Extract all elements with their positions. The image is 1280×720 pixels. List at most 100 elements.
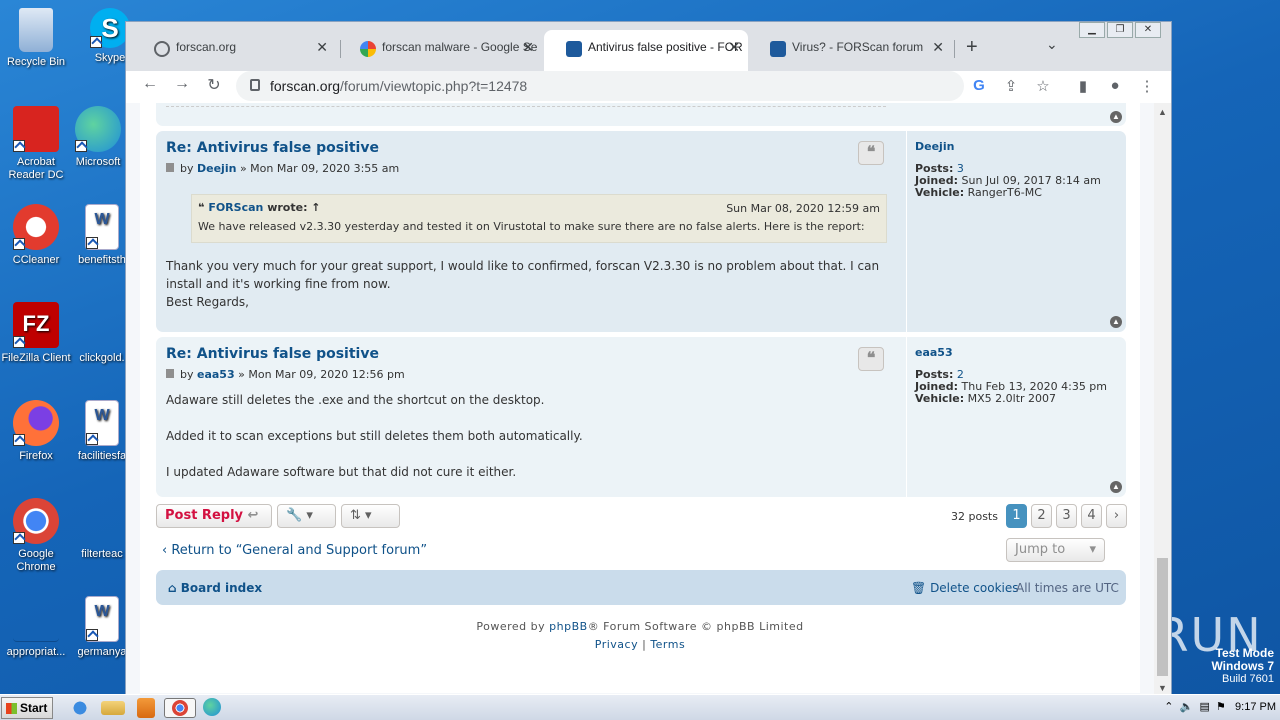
phpbb-link[interactable]: phpBB (549, 620, 588, 633)
quote-button[interactable]: ❝ (858, 141, 884, 165)
address-bar[interactable]: forscan.org/forum/viewtopic.php?t=12478 (236, 71, 964, 101)
globe-icon (154, 41, 170, 57)
jump-to-label: Jump to (1015, 542, 1066, 557)
blank-document-icon (79, 498, 125, 544)
file-explorer-icon[interactable] (101, 701, 125, 715)
profile-avatar-icon[interactable]: ● (1105, 77, 1125, 94)
close-tab-icon[interactable]: ✕ (728, 39, 740, 56)
page-4[interactable]: 4 (1081, 504, 1102, 528)
profile-username[interactable]: eaa53 (915, 347, 1107, 359)
terms-link[interactable]: Terms (650, 638, 685, 651)
url-host: forscan.org (270, 78, 341, 94)
desktop-icon-chrome[interactable]: Google Chrome (0, 498, 72, 574)
back-to-top-icon[interactable]: ▲ (1110, 481, 1122, 493)
page-3[interactable]: 3 (1056, 504, 1077, 528)
recycle-bin-icon (19, 8, 53, 52)
desktop-icon-firefox[interactable]: Firefox (0, 400, 72, 463)
post-meta: by Deejin » Mon Mar 09, 2020 3:55 am (166, 162, 399, 175)
close-tab-icon[interactable]: ✕ (316, 39, 328, 56)
post-body-line: Best Regards, (166, 295, 249, 309)
delete-cookies-label: Delete cookies (930, 581, 1019, 595)
quote-author[interactable]: FORScan (208, 201, 263, 214)
bookmark-star-icon[interactable]: ☆ (1033, 77, 1053, 95)
profile-vehicle: Vehicle: RangerT6-MC (915, 186, 1042, 199)
new-tab-button[interactable]: + (966, 36, 978, 59)
footer-navbar: ⌂ Board index 🗑 Delete cookies All times… (156, 570, 1126, 605)
desktop-icon-label: CCleaner (12, 254, 60, 266)
show-hidden-icons[interactable]: ⌃ (1164, 701, 1173, 713)
jump-to-dropdown[interactable]: Jump to ▾ (1006, 538, 1105, 562)
post-profile: eaa53 Posts: 2 Joined: Thu Feb 13, 2020 … (906, 337, 1107, 497)
post-author[interactable]: eaa53 (197, 368, 235, 381)
scroll-down-icon[interactable]: ▼ (1158, 683, 1167, 693)
delete-cookies-link[interactable]: 🗑 Delete cookies (911, 581, 1019, 595)
desktop-icon-recycle-bin[interactable]: Recycle Bin (0, 8, 72, 69)
google-lens-icon[interactable]: G (969, 77, 989, 94)
topic-tools-button[interactable]: 🔧 ▾ (277, 504, 336, 528)
post-title[interactable]: Re: Antivirus false positive (166, 140, 379, 156)
close-tab-icon[interactable]: ✕ (522, 39, 534, 56)
reload-button[interactable]: ↻ (202, 75, 226, 95)
scrollbar-thumb[interactable] (1157, 558, 1168, 676)
desktop-icon-appropriat[interactable]: appropriat... (0, 596, 72, 659)
privacy-link[interactable]: Privacy (595, 638, 638, 651)
chrome-taskbar-button[interactable] (164, 698, 196, 718)
timezone-text: All times are UTC (1016, 581, 1119, 595)
taskbar: Start ⌃ 🔈 ▤ ⚑ 9:17 PM (0, 694, 1280, 720)
board-index-link[interactable]: ⌂ Board index (168, 581, 262, 595)
reply-arrow-icon: ↩ (247, 508, 259, 523)
side-panel-icon[interactable]: ▮ (1073, 77, 1093, 95)
tab-virus-forum[interactable]: Virus? - FORScan forum ✕ (748, 30, 952, 71)
back-button[interactable]: ← (138, 75, 162, 93)
posts-count: 32 posts (951, 510, 998, 523)
close-window-button[interactable]: ✕ (1135, 22, 1161, 38)
media-player-icon[interactable] (137, 698, 155, 718)
vertical-scrollbar[interactable]: ▲ ▼ (1154, 103, 1171, 695)
post-author[interactable]: Deejin (197, 162, 236, 175)
scroll-up-icon[interactable]: ▲ (1158, 107, 1167, 117)
close-tab-icon[interactable]: ✕ (932, 39, 944, 56)
next-page-icon[interactable]: › (1106, 504, 1127, 528)
internet-explorer-icon[interactable] (68, 698, 92, 718)
desktop-icon-filezilla[interactable]: FZ FileZilla Client (0, 302, 72, 365)
page-2[interactable]: 2 (1031, 504, 1052, 528)
share-icon[interactable]: ⇪ (1001, 77, 1021, 95)
tab-google-search[interactable]: forscan malware - Google Se ✕ (338, 30, 542, 71)
desktop-icon-edge[interactable]: Microsoft (62, 106, 134, 169)
tab-search-button[interactable]: ⌄ (1046, 36, 1058, 53)
post-meta: by eaa53 » Mon Mar 09, 2020 12:56 pm (166, 368, 405, 381)
blank-document-icon (79, 302, 125, 348)
action-center-flag-icon[interactable]: ⚑ (1216, 701, 1226, 713)
maximize-button[interactable]: ❐ (1107, 22, 1133, 38)
tab-forscan-org[interactable]: forscan.org ✕ (132, 30, 336, 71)
volume-icon[interactable]: 🔈 (1180, 701, 1194, 713)
post-body-line: install and it's working fine from now. (166, 277, 391, 291)
chevron-down-icon: ▾ (306, 508, 313, 523)
start-button[interactable]: Start (1, 697, 53, 719)
forward-button[interactable]: → (170, 75, 194, 93)
profile-vehicle-value: MX5 2.0ltr 2007 (967, 392, 1057, 405)
post-title[interactable]: Re: Antivirus false positive (166, 346, 379, 362)
profile-username[interactable]: Deejin (915, 141, 1101, 153)
clock[interactable]: 9:17 PM (1235, 701, 1276, 713)
back-to-top-icon[interactable]: ▲ (1110, 111, 1122, 123)
tab-antivirus-false-positive[interactable]: Antivirus false positive - FOR ✕ (544, 30, 748, 71)
page-viewport: ▲ Re: Antivirus false positive by Deejin… (126, 103, 1155, 695)
page-1[interactable]: 1 (1006, 504, 1027, 528)
desktop-icon-ccleaner[interactable]: CCleaner (0, 204, 72, 267)
quote-wrote: wrote: ↑ (267, 201, 321, 214)
back-to-top-icon[interactable]: ▲ (1110, 316, 1122, 328)
desktop-icon-label: Recycle Bin (6, 56, 66, 68)
post-reply-button[interactable]: Post Reply ↩ (156, 504, 272, 528)
edge-icon[interactable] (203, 698, 221, 716)
network-icon[interactable]: ▤ (1199, 701, 1209, 713)
board-index-label: Board index (180, 581, 263, 595)
powered-suffix: ® Forum Software © phpBB Limited (587, 620, 804, 633)
minimize-button[interactable]: ▁ (1079, 22, 1105, 38)
sort-options-button[interactable]: ⇅ ▾ (341, 504, 400, 528)
profile-vehicle-value: RangerT6-MC (967, 186, 1042, 199)
quote-button[interactable]: ❝ (858, 347, 884, 371)
return-to-forum-link[interactable]: ‹ Return to “General and Support forum” (162, 543, 427, 558)
post-deejin: Re: Antivirus false positive by Deejin »… (156, 131, 1126, 332)
menu-kebab-icon[interactable]: ⋮ (1137, 77, 1157, 95)
